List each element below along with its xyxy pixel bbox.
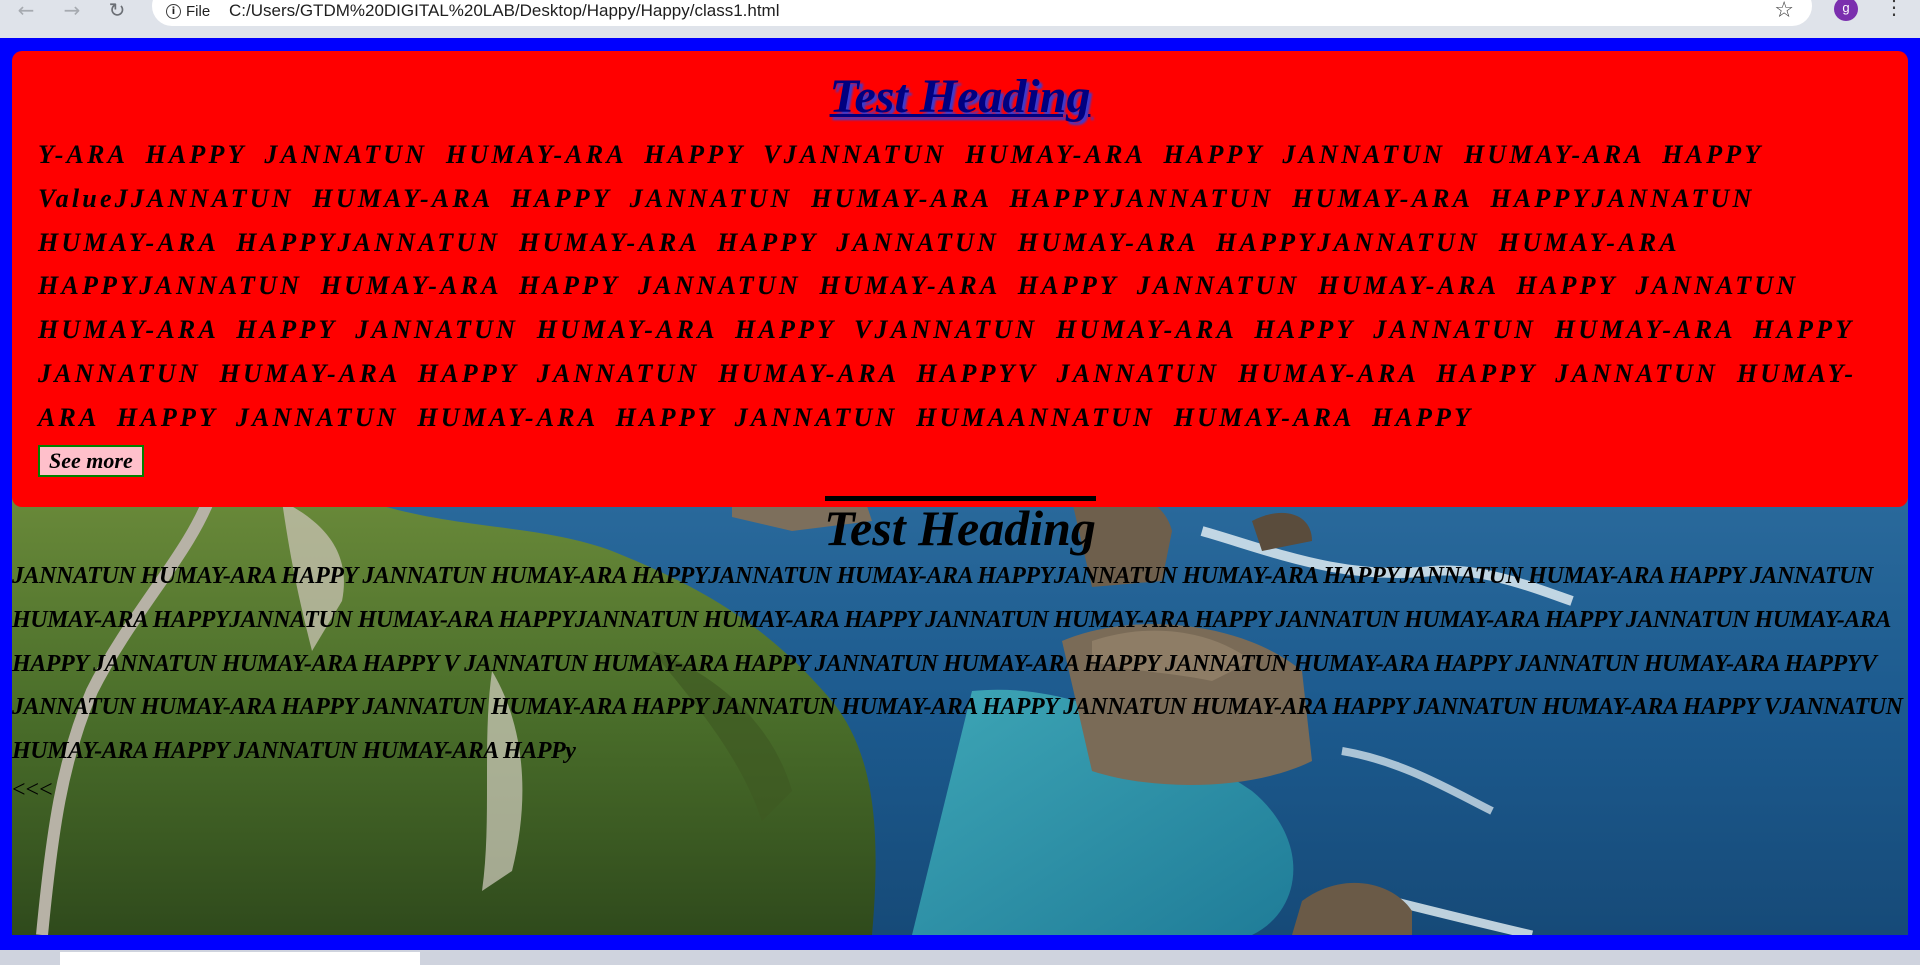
section-paragraph: JANNATUN HUMAY-ARA HAPPY JANNATUN HUMAY-…	[12, 563, 1903, 765]
card-heading: Test Heading	[829, 70, 1091, 123]
site-info-label: File	[186, 2, 211, 20]
page-viewport: Test Heading Y-ARA HAPPY JANNATUN HUMAY-…	[0, 38, 1920, 965]
see-more-button[interactable]: See more	[38, 445, 144, 477]
kebab-menu-icon[interactable]: ⋮	[1884, 0, 1904, 22]
browser-toolbar: ← → ↻ i File C:/Users/GTDM%20DIGITAL%20L…	[0, 0, 1920, 38]
red-card: Test Heading Y-ARA HAPPY JANNATUN HUMAY-…	[12, 51, 1908, 507]
star-icon[interactable]: ☆	[1774, 0, 1794, 23]
url-text[interactable]: C:/Users/GTDM%20DIGITAL%20LAB/Desktop/Ha…	[229, 0, 780, 22]
site-info-chip[interactable]: i File	[166, 0, 210, 22]
section-heading: Test Heading	[824, 500, 1096, 556]
avatar[interactable]: g	[1834, 0, 1858, 21]
reload-icon[interactable]: ↻	[100, 0, 134, 20]
card-paragraph: Y-ARA HAPPY JANNATUN HUMAY-ARA HAPPY VJA…	[38, 140, 1857, 432]
arrow-right-icon[interactable]: →	[55, 0, 89, 20]
address-bar[interactable]: i File C:/Users/GTDM%20DIGITAL%20LAB/Des…	[152, 0, 1812, 26]
back-link[interactable]: <<<	[12, 776, 53, 804]
info-icon: i	[166, 3, 181, 19]
taskbar-tab	[60, 952, 420, 965]
arrow-left-icon[interactable]: ←	[9, 0, 43, 20]
